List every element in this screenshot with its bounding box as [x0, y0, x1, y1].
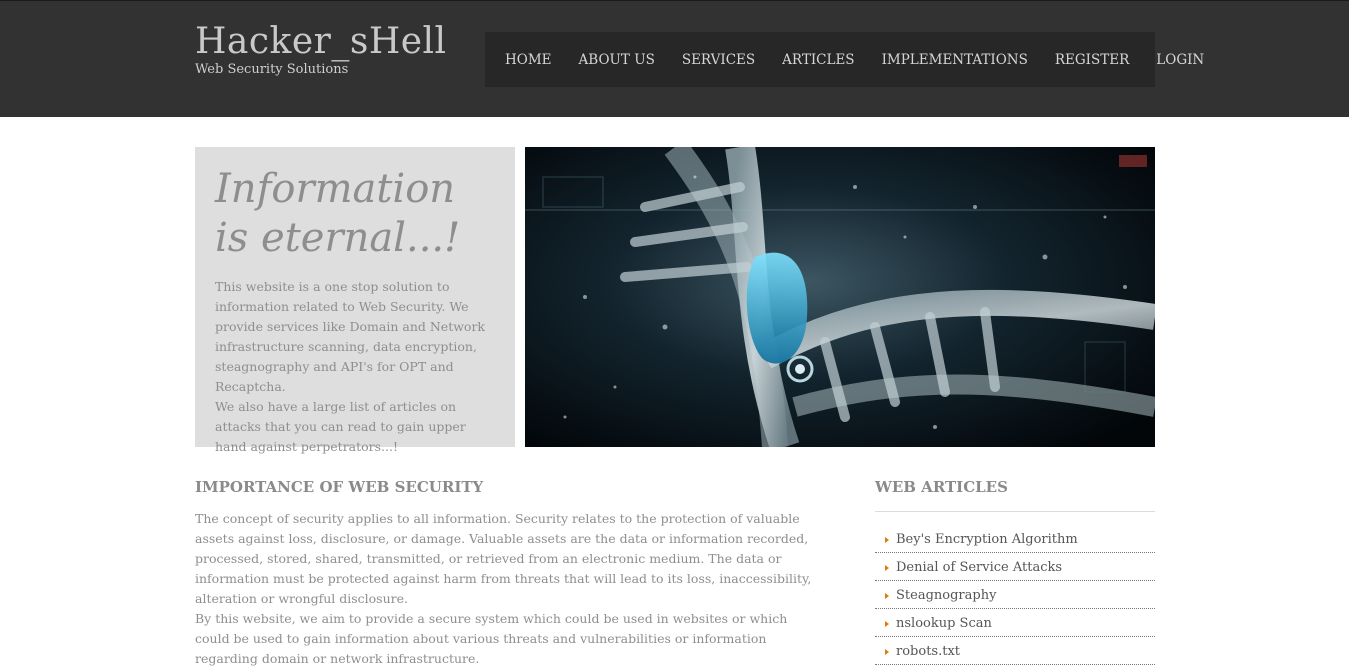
site-header: Hacker_sHell Web Security Solutions HOME…	[0, 0, 1349, 117]
article-item[interactable]: Steagnography	[875, 581, 1155, 609]
importance-paragraph-2: By this website, we aim to provide a sec…	[195, 611, 788, 666]
article-link[interactable]: Denial of Service Attacks	[896, 560, 1062, 575]
nav-implementations[interactable]: IMPLEMENTATIONS	[882, 52, 1028, 68]
dna-helix-image	[525, 147, 1155, 447]
article-item[interactable]: robots.txt	[875, 637, 1155, 665]
bullet-arrow-icon	[885, 620, 889, 627]
article-item[interactable]: nslookup Scan	[875, 609, 1155, 637]
intro-paragraph-1: This website is a one stop solution to i…	[215, 279, 485, 394]
article-link[interactable]: robots.txt	[896, 644, 960, 659]
importance-text: The concept of security applies to all i…	[195, 509, 820, 669]
importance-heading: IMPORTANCE OF WEB SECURITY	[195, 478, 484, 496]
articles-divider	[875, 511, 1155, 512]
nav-home[interactable]: HOME	[505, 52, 552, 68]
importance-paragraph-1: The concept of security applies to all i…	[195, 511, 812, 606]
article-item[interactable]: Denial of Service Attacks	[875, 553, 1155, 581]
web-articles-heading: WEB ARTICLES	[875, 478, 1008, 496]
nav-articles[interactable]: ARTICLES	[782, 52, 854, 68]
intro-panel: Information is eternal...! This website …	[195, 147, 515, 454]
nav-login[interactable]: LOGIN	[1156, 52, 1204, 68]
article-link[interactable]: Bey's Encryption Algorithm	[896, 532, 1078, 547]
intro-heading: Information is eternal...!	[215, 166, 461, 261]
bullet-arrow-icon	[885, 564, 889, 571]
main-nav: HOME ABOUT US SERVICES ARTICLES IMPLEMEN…	[485, 32, 1204, 87]
article-item[interactable]: Bey's Encryption Algorithm	[875, 525, 1155, 553]
intro-paragraph-2: We also have a large list of articles on…	[215, 399, 466, 454]
site-tagline: Web Security Solutions	[195, 62, 349, 77]
nav-services[interactable]: SERVICES	[682, 52, 755, 68]
intro-text: This website is a one stop solution to i…	[215, 277, 495, 457]
article-link[interactable]: nslookup Scan	[896, 616, 992, 631]
bullet-arrow-icon	[885, 648, 889, 655]
bullet-arrow-icon	[885, 536, 889, 543]
articles-list: Bey's Encryption Algorithm Denial of Ser…	[875, 525, 1155, 665]
hero-image	[525, 147, 1155, 447]
bullet-arrow-icon	[885, 592, 889, 599]
nav-register[interactable]: REGISTER	[1055, 52, 1129, 68]
site-title[interactable]: Hacker_sHell	[195, 21, 447, 62]
nav-about-us[interactable]: ABOUT US	[579, 52, 655, 68]
article-link[interactable]: Steagnography	[896, 588, 996, 603]
